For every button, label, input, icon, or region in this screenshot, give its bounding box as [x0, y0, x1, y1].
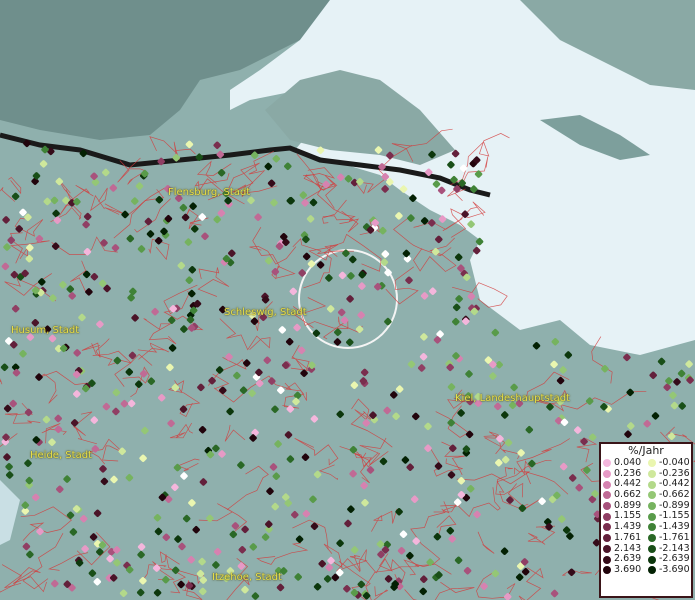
legend-swatch: [603, 523, 611, 532]
map-canvas[interactable]: [0, 0, 695, 600]
legend-swatch: [648, 512, 656, 521]
legend-swatch: [603, 502, 611, 511]
city-label-flensburg: Flensburg, Stadt: [168, 187, 251, 198]
legend-swatch: [648, 523, 656, 532]
legend-entry-negative: -1.761: [646, 531, 691, 544]
legend-swatch: [603, 491, 611, 500]
legend-swatch: [648, 470, 656, 479]
legend-swatch: [648, 555, 656, 564]
legend-swatch: [603, 534, 611, 543]
legend-value: 1.761: [614, 531, 642, 543]
legend-swatch: [648, 459, 656, 468]
legend-entry-positive: 3.690: [601, 563, 646, 576]
legend-swatch: [648, 566, 656, 575]
legend-swatch: [603, 470, 611, 479]
legend-swatch: [603, 544, 611, 553]
legend-swatch: [603, 555, 611, 564]
city-label-husum: Husum, Stadt: [11, 325, 80, 336]
legend-swatch: [648, 480, 656, 489]
city-label-kiel: Kiel, Landeshauptstadt: [455, 393, 570, 404]
legend-swatch: [648, 534, 656, 543]
city-label-heide: Heide, Stadt: [30, 450, 92, 461]
legend-row: 3.690 -3.690: [601, 563, 691, 576]
legend-value: -3.690: [659, 563, 690, 575]
city-label-schleswig: Schleswig, Stadt: [224, 307, 307, 318]
legend-swatch: [603, 480, 611, 489]
legend-swatch: [648, 491, 656, 500]
legend-entry-positive: 1.761: [601, 531, 646, 544]
legend-value: 3.690: [614, 563, 642, 575]
legend-swatch: [603, 459, 611, 468]
legend: %/Jahr 0.040 -0.040 0.236 -0.236 0.442 -0.442…: [599, 442, 693, 598]
legend-rows: 0.040 -0.040 0.236 -0.236 0.442 -0.442 0.662 -0…: [601, 457, 691, 576]
legend-swatch: [648, 544, 656, 553]
city-label-itzehoe: Itzehoe, Stadt: [212, 572, 282, 583]
legend-swatch: [603, 512, 611, 521]
legend-entry-negative: -3.690: [646, 563, 691, 576]
legend-row: 1.761 -1.761: [601, 531, 691, 544]
legend-swatch: [648, 502, 656, 511]
legend-value: -1.761: [659, 531, 690, 543]
legend-title: %/Jahr: [628, 444, 664, 457]
legend-swatch: [603, 566, 611, 575]
